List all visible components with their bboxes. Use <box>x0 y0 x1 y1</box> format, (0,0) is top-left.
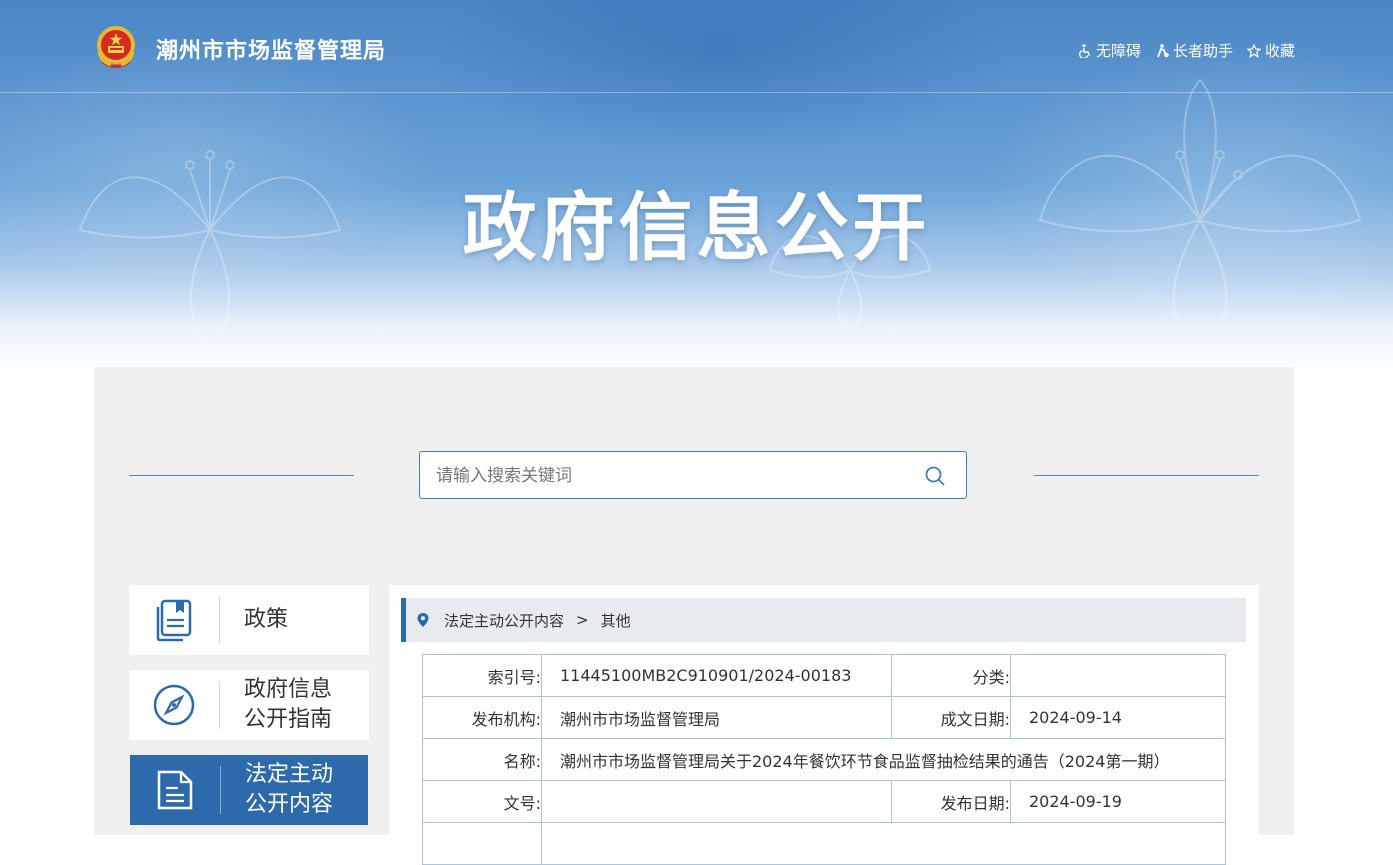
search-box <box>419 451 967 500</box>
index-value: 11445100MB2C910901/2024-00183 <box>541 654 892 697</box>
star-icon <box>1246 43 1261 58</box>
content-area: 法定主动公开内容 > 其他 索引号: 11445100MB2C910901/20… <box>389 585 1259 865</box>
table-row: 索引号: 11445100MB2C910901/2024-00183 分类: <box>422 654 1226 697</box>
sidebar-item-disclosure-guide[interactable]: 政府信息 公开指南 <box>129 670 369 740</box>
sidebar-item-statutory-disclosure[interactable]: 法定主动 公开内容 <box>130 755 368 825</box>
sidebar-item-label: 政府信息 公开指南 <box>244 675 332 735</box>
search-input[interactable] <box>434 452 908 500</box>
accessibility-icon <box>1078 43 1091 58</box>
breadcrumb-separator: > <box>576 611 589 629</box>
hero-title: 政府信息公开 <box>462 185 931 271</box>
docno-label: 文号: <box>422 780 542 823</box>
table-row: 发布机构: 潮州市市场监督管理局 成文日期: 2024-09-14 <box>422 696 1226 739</box>
file-text-icon <box>157 770 193 810</box>
docno-value <box>541 780 892 823</box>
published-date-value: 2024-09-19 <box>1010 780 1226 823</box>
sidebar-item-policy[interactable]: 政策 <box>129 585 369 655</box>
breadcrumb: 法定主动公开内容 > 其他 <box>401 598 1246 642</box>
breadcrumb-link-statutory[interactable]: 法定主动公开内容 <box>444 610 564 631</box>
sidebar-item-label: 法定主动 公开内容 <box>245 760 333 820</box>
compass-icon <box>153 684 195 726</box>
table-row: 名称: 潮州市市场监督管理局关于2024年餐饮环节食品监督抽检结果的通告（202… <box>422 738 1226 781</box>
name-value: 潮州市市场监督管理局关于2024年餐饮环节食品监督抽检结果的通告（2024第一期… <box>541 738 1226 781</box>
site-title[interactable]: 潮州市市场监督管理局 <box>156 33 386 65</box>
category-label: 分类: <box>891 654 1011 697</box>
document-meta-table: 索引号: 11445100MB2C910901/2024-00183 分类: 发… <box>422 654 1226 865</box>
sidebar-item-label-line1: 政府信息 <box>244 677 333 702</box>
sidebar-item-label: 政策 <box>244 607 289 632</box>
location-pin-icon <box>417 613 429 627</box>
elder-assist-icon <box>1157 43 1169 57</box>
search-divider-right <box>1034 475 1259 476</box>
publisher-label: 发布机构: <box>422 696 542 739</box>
index-label: 索引号: <box>422 654 542 697</box>
name-label: 名称: <box>422 738 542 781</box>
search-icon[interactable] <box>924 465 946 487</box>
sidebar-item-label-line1: 法定主动 <box>245 762 334 787</box>
table-row: 文号: 发布日期: 2024-09-19 <box>422 780 1226 823</box>
favorite-label: 收藏 <box>1264 42 1295 60</box>
elder-assist-label: 长者助手 <box>1172 42 1233 60</box>
main-panel: 政策 政府信息 公开指南 法定主动 <box>94 367 1294 865</box>
published-date-label: 发布日期: <box>891 780 1011 823</box>
header-divider <box>0 92 1393 93</box>
breadcrumb-current: 其他 <box>600 611 631 630</box>
category-value <box>1010 654 1226 697</box>
created-date-label: 成文日期: <box>891 696 1011 739</box>
favorite-button[interactable]: 收藏 <box>1246 40 1295 61</box>
publisher-value: 潮州市市场监督管理局 <box>541 696 892 739</box>
created-date-value: 2024-09-14 <box>1010 696 1226 739</box>
table-row <box>422 822 1226 865</box>
national-emblem-icon <box>97 26 135 68</box>
accessibility-label: 无障碍 <box>1095 42 1141 60</box>
document-icon <box>156 599 192 642</box>
sidebar-item-label-line2: 公开指南 <box>244 707 333 732</box>
elder-assist-button[interactable]: 长者助手 <box>1155 40 1233 61</box>
accessibility-button[interactable]: 无障碍 <box>1078 40 1141 61</box>
search-divider-left <box>129 475 354 476</box>
sidebar-item-label-line2: 公开内容 <box>245 792 334 817</box>
header-toolbar: 无障碍 长者助手 收藏 <box>1078 40 1295 61</box>
